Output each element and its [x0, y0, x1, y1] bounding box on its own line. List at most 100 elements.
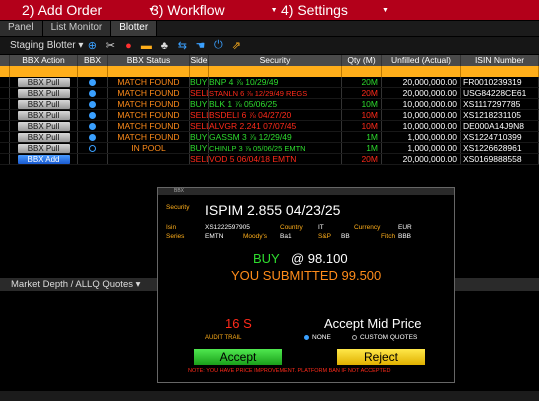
audit-trail-link[interactable]: AUDIT TRAIL [205, 335, 241, 341]
table-row[interactable]: BBX Pull IN POOL BUY CHINLP 3 ⅞ 05/06/25 EM… [0, 143, 539, 154]
radio-custom-quotes[interactable]: CUSTOM QUOTES [352, 334, 417, 341]
bbx-add-button[interactable]: BBX Add [17, 154, 70, 164]
header-side[interactable]: Side [190, 55, 209, 66]
currency-val: EUR [398, 224, 412, 231]
header-qty[interactable]: Qty (M) [342, 55, 382, 66]
header-security[interactable]: Security [209, 55, 342, 66]
bbx-status-cell: MATCH FOUND [108, 121, 190, 131]
currency-key: Currency [354, 224, 381, 231]
side-cell: BUY [190, 132, 209, 142]
export-icon[interactable]: ⇗ [227, 39, 245, 52]
power-icon[interactable]: ⏻ [209, 39, 227, 52]
side-cell: BUY [190, 143, 209, 153]
security-cell: CHINLP 3 ⅞ 05/06/25 EMTN [209, 143, 342, 153]
bbx-action-cell: BBX Pull [10, 143, 78, 153]
security-name: ISPIM 2.855 04/23/25 [205, 202, 341, 218]
bbx-pull-button[interactable]: BBX Pull [17, 132, 70, 142]
table-row[interactable]: BBX Pull MATCH FOUND BUY GASSM 3 ⅞ 12/29/49… [0, 132, 539, 143]
series-value: EMTN [205, 233, 223, 240]
bbx-action-cell: BBX Pull [10, 132, 78, 142]
spread-value: 16 S [225, 316, 252, 331]
bbx-action-cell: BBX Pull [10, 88, 78, 98]
isin-cell: XS1224710399 [461, 132, 539, 142]
table-row[interactable]: BBX Pull MATCH FOUND SELL BSDELI 6 ⅞ 04/27/… [0, 110, 539, 121]
security-cell: BSDELI 6 ⅞ 04/27/20 [209, 110, 342, 120]
tab-blotter[interactable]: Blotter [111, 21, 158, 36]
header-bbx-status[interactable]: BBX Status [108, 55, 190, 66]
bbx-status-cell: MATCH FOUND [108, 110, 190, 120]
table-row[interactable]: BBX Add SELL VOD 5 06/04/18 EMTN 20M 20,000,… [0, 154, 539, 165]
bbx-status-cell: MATCH FOUND [108, 132, 190, 142]
hand-icon[interactable]: ☚ [191, 39, 209, 52]
bbx-pull-button[interactable]: BBX Pull [17, 88, 70, 98]
filter-cell[interactable] [78, 66, 108, 77]
qty-cell: 1M [342, 132, 382, 142]
bbx-pull-button[interactable]: BBX Pull [17, 121, 70, 131]
bbx-pull-button[interactable]: BBX Pull [17, 110, 70, 120]
status-dot-icon [89, 133, 96, 141]
security-cell: BNP 4 ⅞ 10/29/49 [209, 77, 342, 87]
bbx-status-cell: MATCH FOUND [108, 77, 190, 87]
menu-workflow-label: 3) Workflow [151, 2, 225, 18]
filter-cell[interactable] [0, 66, 10, 77]
header-bbx-action[interactable]: BBX Action [10, 55, 78, 66]
accept-button[interactable]: Accept [194, 349, 282, 365]
add-icon[interactable]: ⊕ [83, 39, 101, 52]
table-row[interactable]: BBX Pull MATCH FOUND BUY BLK 1 ⅞ 05/06/25 10… [0, 99, 539, 110]
security-cell: VOD 5 06/04/18 EMTN [209, 154, 342, 164]
menu-add-order[interactable]: 2) Add Order ▼ [22, 2, 155, 18]
header-unfilled[interactable]: Unfilled (Actual) [382, 55, 461, 66]
reject-button[interactable]: Reject [337, 349, 425, 365]
record-icon[interactable]: ● [119, 40, 137, 52]
filter-cell[interactable] [461, 66, 539, 77]
bbx-pull-button[interactable]: BBX Pull [17, 99, 70, 109]
sp-key: S&P [318, 233, 332, 240]
bbx-status-cell: MATCH FOUND [108, 99, 190, 109]
moodys-key: Moody's [243, 233, 268, 240]
qty-cell: 1M [342, 143, 382, 153]
header-bbx[interactable]: BBX [78, 55, 108, 66]
bbx-cell [78, 77, 108, 87]
filter-cell[interactable] [209, 66, 342, 77]
unfilled-cell: 1,000,000.00 [382, 143, 461, 153]
row-marker [0, 88, 10, 98]
tree-icon[interactable]: ♣ [155, 40, 173, 52]
scissors-icon[interactable]: ✂ [101, 39, 119, 52]
filter-cell[interactable] [190, 66, 209, 77]
qty-cell: 20M [342, 154, 382, 164]
menu-workflow[interactable]: 3) Workflow ▼ [151, 2, 278, 18]
menu-settings[interactable]: 4) Settings ▼ [281, 2, 389, 18]
dialog-title: BBX [158, 188, 454, 195]
moodys-value: Ba1 [280, 233, 292, 240]
tab-panel[interactable]: Panel [0, 21, 43, 36]
header-isin[interactable]: ISIN Number [461, 55, 539, 66]
filter-cell[interactable] [382, 66, 461, 77]
row-marker [0, 77, 10, 87]
staging-blotter-dropdown[interactable]: Staging Blotter ▾ [10, 40, 83, 51]
menu-add-order-label: 2) Add Order [22, 2, 103, 18]
table-row[interactable]: BBX Pull MATCH FOUND SELL ALVGR 2.241 07/07… [0, 121, 539, 132]
filter-cell[interactable] [10, 66, 78, 77]
tab-list-monitor[interactable]: List Monitor [42, 21, 112, 36]
table-row[interactable]: BBX Pull MATCH FOUND SELL STANLN 6 ⅞ 12/29/… [0, 88, 539, 99]
sp-value: BB [341, 233, 350, 240]
menu-settings-label: 4) Settings [281, 2, 348, 18]
radio-none-label: NONE [312, 334, 331, 341]
security-cell: STANLN 6 ⅞ 12/29/49 REGS [209, 88, 342, 98]
folder-icon[interactable]: ▬ [137, 40, 155, 52]
header-spacer [0, 55, 10, 66]
share-icon[interactable]: ⇆ [173, 39, 191, 52]
bbx-pull-button[interactable]: BBX Pull [17, 143, 70, 153]
filter-cell[interactable] [108, 66, 190, 77]
side-cell: BUY [190, 99, 209, 109]
filter-cell[interactable] [342, 66, 382, 77]
side-cell: BUY [190, 77, 209, 87]
radio-none[interactable]: NONE [304, 334, 331, 341]
table-row[interactable]: BBX Pull MATCH FOUND BUY BNP 4 ⅞ 10/29/49 20… [0, 77, 539, 88]
qty-cell: 20M [342, 88, 382, 98]
bbx-pull-button[interactable]: BBX Pull [17, 77, 70, 87]
bbx-cell [78, 154, 108, 164]
bbx-action-cell: BBX Pull [10, 77, 78, 87]
series-val: EMTN [205, 233, 224, 240]
isin-key: Isin [166, 224, 177, 231]
